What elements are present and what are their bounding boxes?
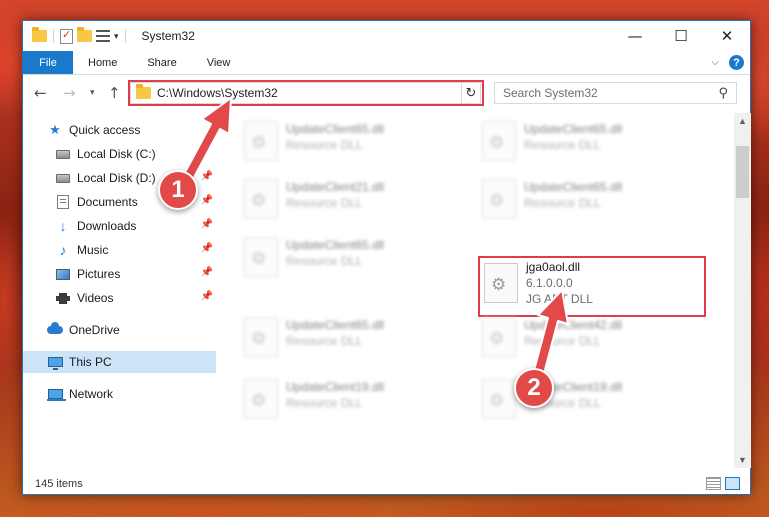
arrow-to-address-bar (181, 97, 232, 184)
callout-badge-1: 1 (158, 170, 198, 210)
callout-badge-2: 2 (514, 368, 554, 408)
callout-arrows (181, 97, 569, 382)
